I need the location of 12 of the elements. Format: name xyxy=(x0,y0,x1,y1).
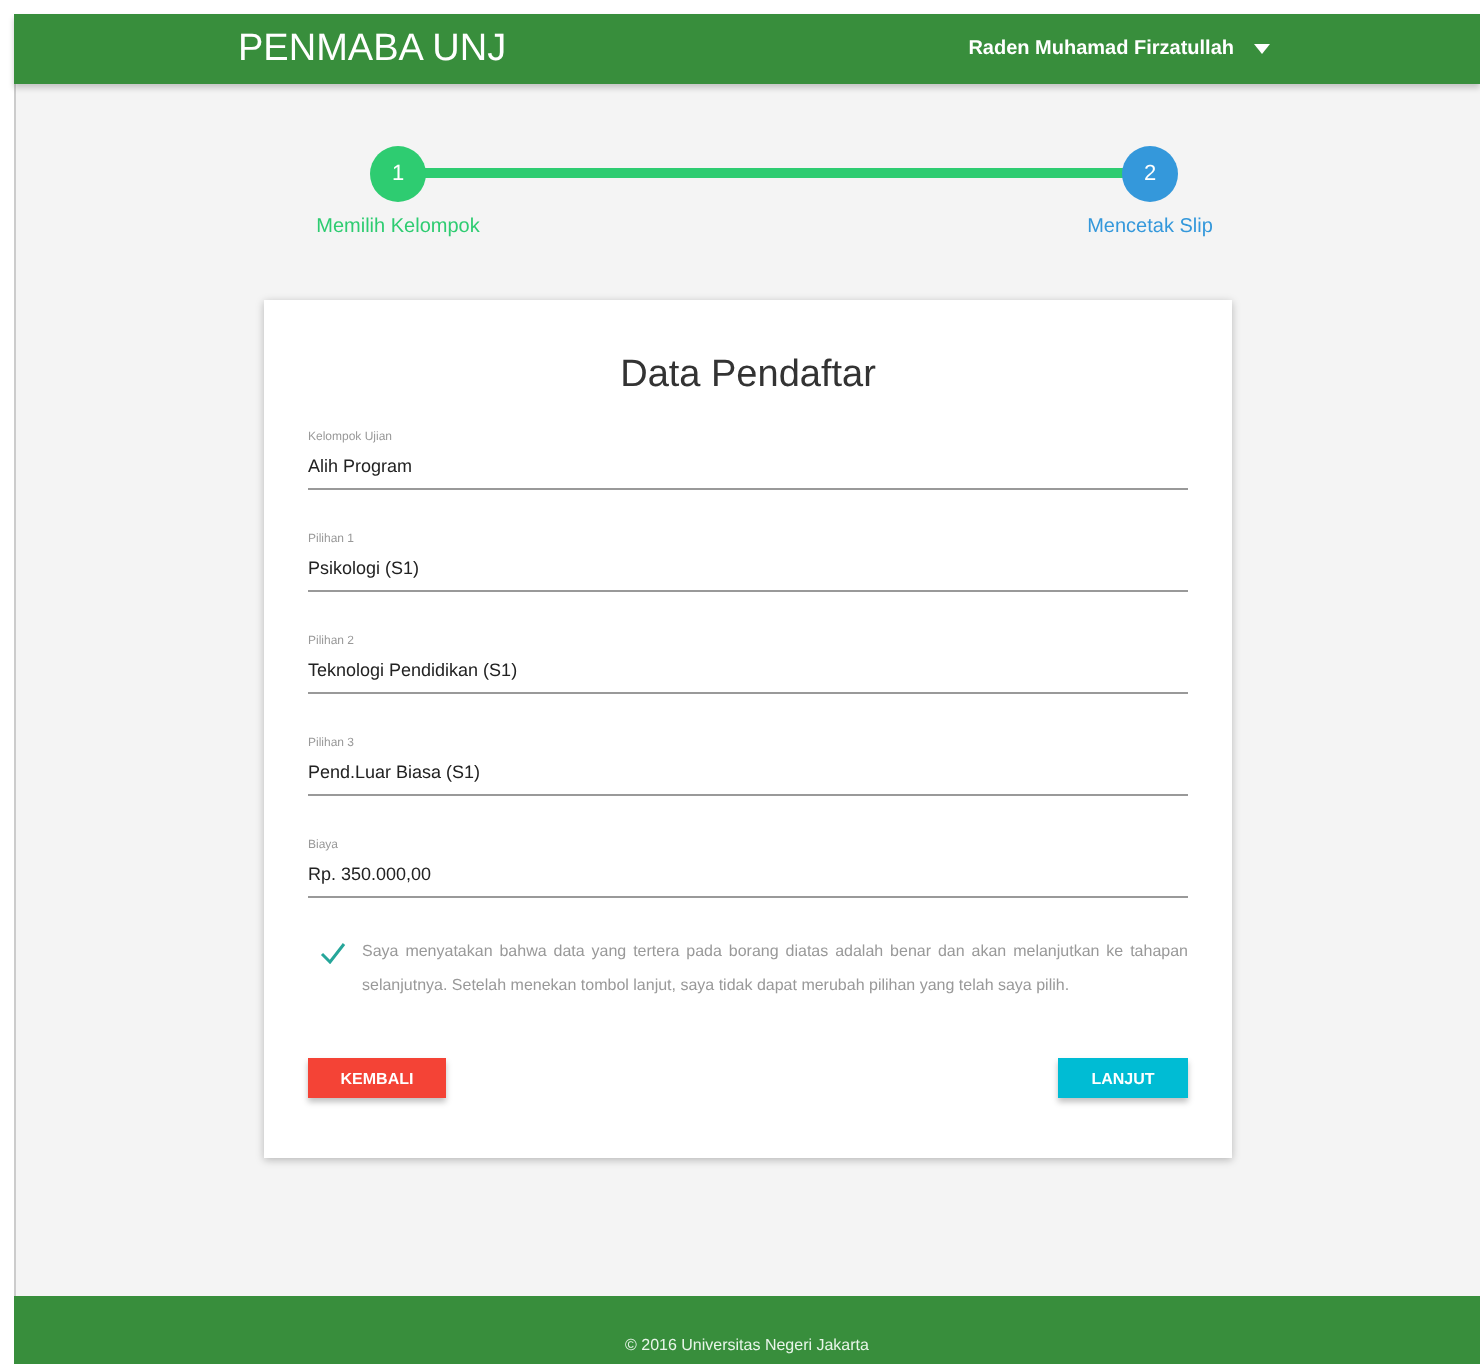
card-title: Data Pendaftar xyxy=(618,354,878,398)
step-circle: 1 xyxy=(370,146,426,202)
site-title[interactable]: PENMABA UNJ xyxy=(238,27,969,71)
user-menu[interactable]: Raden Muhamad Firzatullah xyxy=(968,38,1270,60)
step-circle: 2 xyxy=(1122,146,1178,202)
agreement-text: Saya menyatakan bahwa data yang tertera pada borang diatas adalah benar dan akan melanjutkan ke tahapan selanjutnya. Setelah menekan tombol lanjut, saya tidak dapat merubah pilihan yang telah saya pilih. xyxy=(362,940,1188,998)
back-button[interactable]: KEMBALI xyxy=(308,1058,446,1098)
step-label: Mencetak Slip xyxy=(1087,216,1213,238)
step-label: Memilih Kelompok xyxy=(316,216,480,238)
footer-text: © 2016 Universitas Negeri Jakarta xyxy=(625,1336,869,1354)
caret-icon xyxy=(1254,44,1270,54)
checkbox-check-icon[interactable] xyxy=(320,942,346,964)
